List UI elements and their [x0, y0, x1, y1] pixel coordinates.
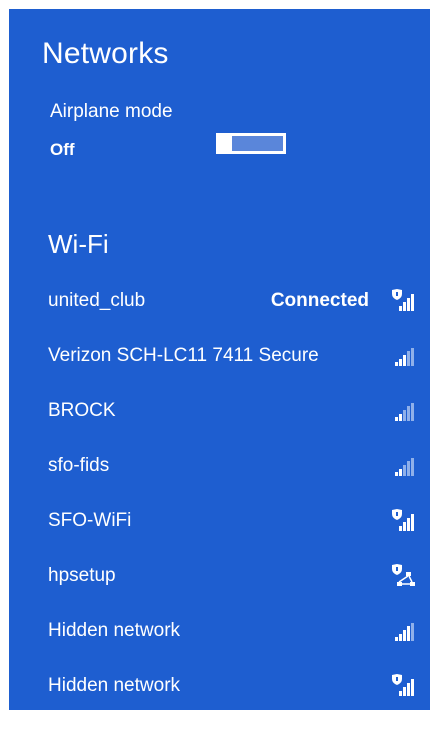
wifi-signal-icon [395, 403, 414, 421]
network-item[interactable]: sfo-fids [9, 447, 430, 487]
panel-title: Networks [42, 37, 169, 70]
network-item[interactable]: Hidden network [9, 667, 430, 707]
network-name: Hidden network [48, 620, 181, 641]
wifi-signal-secured-icon [392, 674, 414, 696]
toggle-track [232, 136, 283, 151]
wifi-signal-icon [395, 458, 414, 476]
adhoc-network-secured-icon [392, 564, 415, 586]
network-name: united_club [48, 290, 146, 311]
network-name: Verizon SCH-LC11 7411 Secure [48, 345, 319, 366]
network-item[interactable]: SFO-WiFi [9, 502, 430, 542]
network-name: SFO-WiFi [48, 510, 132, 531]
bottom-margin [9, 710, 430, 737]
network-item[interactable]: united_club Connected [9, 282, 430, 322]
network-item[interactable]: Hidden network [9, 612, 430, 652]
network-item[interactable]: Verizon SCH-LC11 7411 Secure [9, 337, 430, 377]
network-name: Hidden network [48, 675, 181, 696]
wifi-signal-secured-icon [392, 289, 414, 311]
network-item[interactable]: hpsetup [9, 557, 430, 597]
wifi-signal-icon [395, 348, 414, 366]
network-item[interactable]: BROCK [9, 392, 430, 432]
wifi-signal-icon [395, 623, 414, 641]
wifi-heading: Wi-Fi [48, 229, 109, 259]
network-name: BROCK [48, 400, 116, 421]
network-name: hpsetup [48, 565, 116, 586]
networks-panel: Networks Airplane mode Off Wi-Fi united_… [9, 9, 430, 710]
network-name: sfo-fids [48, 455, 110, 476]
airplane-mode-label: Airplane mode [50, 101, 173, 122]
airplane-mode-state: Off [50, 140, 75, 159]
wifi-signal-secured-icon [392, 509, 414, 531]
toggle-thumb[interactable] [218, 135, 230, 152]
airplane-mode-toggle[interactable] [216, 133, 286, 154]
network-status: Connected [270, 290, 369, 311]
